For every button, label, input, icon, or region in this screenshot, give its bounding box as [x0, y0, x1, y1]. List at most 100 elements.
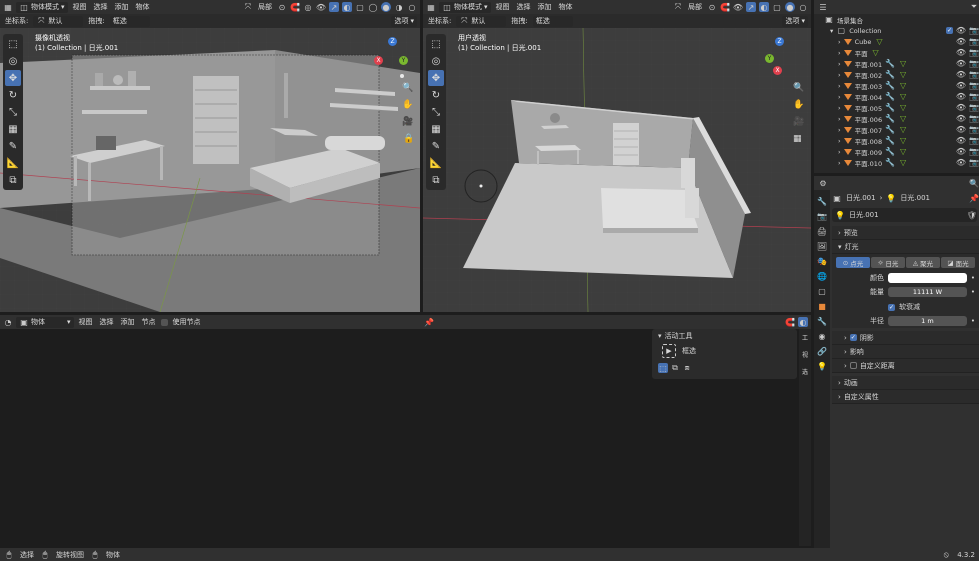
chevron-right-icon[interactable]: › — [838, 126, 841, 134]
properties-icon[interactable]: ⚙ — [818, 178, 828, 188]
gizmo-toggle-icon[interactable]: ↗ — [329, 2, 339, 12]
shading-solid-icon[interactable]: ● — [381, 2, 391, 12]
menu-view[interactable]: 视图 — [71, 2, 89, 12]
camera-icon[interactable]: 📷 — [969, 81, 979, 91]
lock-icon[interactable]: 🔒 — [403, 134, 414, 144]
tab-options[interactable]: 选 — [802, 367, 808, 376]
right-viewport[interactable]: 用户透视 (1) Collection | 日光.001 Z X Y 🔍 ✋ 🎥… — [423, 28, 811, 312]
options-dropdown[interactable]: 选项 ▾ — [782, 15, 808, 27]
camera-icon[interactable]: 📷 — [969, 37, 979, 47]
camera-icon[interactable]: 📷 — [969, 92, 979, 102]
proportional-edit-icon[interactable]: ◎ — [303, 2, 313, 12]
eye-icon[interactable]: 👁 — [956, 70, 966, 80]
menu-select[interactable]: 选择 — [98, 317, 116, 327]
soft-falloff-checkbox[interactable]: ✓ — [888, 303, 895, 311]
output-tab-icon[interactable]: 🖨 — [817, 226, 827, 236]
section-influence[interactable]: › 影响 — [832, 345, 979, 359]
transform-icon[interactable]: ▦ — [428, 121, 444, 137]
xray-icon[interactable]: ▢ — [772, 2, 782, 12]
select-box-icon[interactable]: ⬚ — [5, 36, 21, 52]
chevron-right-icon[interactable]: › — [838, 148, 841, 156]
global-orientation-dropdown[interactable]: 局部 — [256, 2, 274, 12]
eye-icon[interactable]: 👁 — [956, 147, 966, 157]
gizmo-x[interactable]: X — [773, 66, 782, 75]
chevron-right-icon[interactable]: › — [838, 38, 841, 46]
node-editor-canvas[interactable] — [0, 329, 650, 546]
outliner-item[interactable]: › 平面.009 🔧 ▽ 👁 📷 — [824, 146, 979, 157]
chevron-right-icon[interactable]: › — [838, 93, 841, 101]
collection-checkbox[interactable]: ✓ — [946, 27, 953, 34]
filter-icon[interactable]: ⏷ — [969, 2, 979, 12]
eye-icon[interactable]: 👁 — [956, 125, 966, 135]
gizmo-z[interactable]: Z — [388, 37, 397, 46]
pin-icon[interactable]: 📌 — [969, 193, 979, 203]
outliner-item[interactable]: › 平面.010 🔧 ▽ 👁 📷 — [824, 157, 979, 168]
menu-object[interactable]: 物体 — [557, 2, 575, 12]
pivot-icon[interactable]: ⊙ — [707, 2, 717, 12]
section-shadow[interactable]: › ✓ 阴影 — [832, 331, 979, 345]
editor-type-icon[interactable]: ▦ — [426, 2, 436, 12]
menu-node[interactable]: 节点 — [140, 317, 158, 327]
pin-icon[interactable]: 📌 — [424, 317, 434, 327]
scale-icon[interactable]: ⤡ — [5, 104, 21, 120]
scale-icon[interactable]: ⤡ — [428, 104, 444, 120]
coord-dropdown[interactable]: ⤧ 默认 — [33, 15, 84, 27]
scene-tab-icon[interactable]: 🎭 — [817, 256, 827, 266]
camera-icon[interactable]: 📷 — [969, 114, 979, 124]
select-new-icon[interactable]: ⬚ — [658, 363, 668, 373]
overlay-icon[interactable]: ◐ — [798, 317, 808, 327]
outliner-item[interactable]: › 平面.003 🔧 ▽ 👁 📷 — [824, 80, 979, 91]
modifiers-tab-icon[interactable]: 🔧 — [817, 316, 827, 326]
active-tool-panel-header[interactable]: ▾ 活动工具 — [652, 329, 797, 342]
chevron-right-icon[interactable]: › — [838, 49, 841, 57]
grid-view-icon[interactable]: ▦ — [793, 134, 802, 144]
power-field[interactable]: 11111 W — [888, 287, 967, 297]
outliner-item[interactable]: › 平面.006 🔧 ▽ 👁 📷 — [824, 113, 979, 124]
chevron-right-icon[interactable]: › — [838, 71, 841, 79]
chevron-right-icon[interactable]: › — [838, 115, 841, 123]
select-subtract-icon[interactable]: ⧈ — [682, 363, 692, 373]
radius-field[interactable]: 1 m — [888, 316, 967, 326]
datablock-selector[interactable]: 💡 日光.001 🛡 — [832, 208, 977, 222]
box-select-tool-icon[interactable]: ▶ — [662, 344, 676, 358]
transform-icon[interactable]: ▦ — [5, 121, 21, 137]
annotate-icon[interactable]: ✎ — [428, 138, 444, 154]
shading-wire-icon[interactable]: ◯ — [368, 2, 378, 12]
nav-gizmo[interactable]: Z X Y — [372, 36, 412, 76]
use-nodes-checkbox[interactable] — [160, 318, 168, 326]
outliner-item[interactable]: › 平面.007 🔧 ▽ 👁 📷 — [824, 124, 979, 135]
select-box-icon[interactable]: ⬚ — [428, 36, 444, 52]
constraints-tab-icon[interactable]: 🔗 — [817, 346, 827, 356]
tab-view[interactable]: 视 — [802, 350, 808, 359]
add-cube-icon[interactable]: ⧉ — [5, 172, 21, 188]
global-orientation-dropdown[interactable]: 局部 — [686, 2, 704, 12]
gizmo-y[interactable]: Y — [765, 54, 774, 63]
snap-icon[interactable]: 🧲 — [720, 2, 730, 12]
outliner-item[interactable]: › 平面.001 🔧 ▽ 👁 📷 — [824, 58, 979, 69]
menu-object[interactable]: 物体 — [134, 2, 152, 12]
editor-type-icon[interactable]: ◔ — [3, 317, 13, 327]
tab-tool[interactable]: 工 — [802, 333, 808, 342]
gizmo-toggle-icon[interactable]: ↗ — [746, 2, 756, 12]
eye-icon[interactable]: 👁 — [956, 26, 966, 36]
light-type-2[interactable]: ◬ 聚光 — [906, 257, 940, 268]
eye-icon[interactable]: 👁 — [956, 92, 966, 102]
section-preview[interactable]: › 预览 — [832, 226, 979, 240]
cursor-icon[interactable]: ◎ — [5, 53, 21, 69]
menu-add[interactable]: 添加 — [113, 2, 131, 12]
camera-icon[interactable]: 📷 — [969, 59, 979, 69]
camera-icon[interactable]: 📷 — [969, 147, 979, 157]
move-icon[interactable]: ✥ — [428, 70, 444, 86]
drag-dropdown[interactable]: 框选 — [109, 15, 150, 27]
chevron-right-icon[interactable]: › — [838, 82, 841, 90]
editor-type-icon[interactable]: ▦ — [3, 2, 13, 12]
menu-select[interactable]: 选择 — [92, 2, 110, 12]
chevron-right-icon[interactable]: › — [838, 137, 841, 145]
outliner-item[interactable]: › 平面.008 🔧 ▽ 👁 📷 — [824, 135, 979, 146]
camera-icon[interactable]: 📷 — [969, 136, 979, 146]
outliner-scene-collection[interactable]: ▣ 场景集合 — [824, 14, 979, 25]
visibility-icon[interactable]: 👁 — [733, 2, 743, 12]
light-type-1[interactable]: ☼ 日光 — [871, 257, 905, 268]
shadow-checkbox[interactable]: ✓ — [849, 334, 857, 341]
rotate-icon[interactable]: ↻ — [5, 87, 21, 103]
